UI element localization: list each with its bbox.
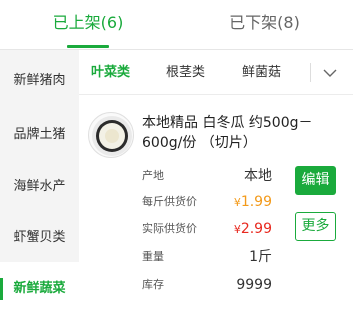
subcategory-tabs: 叶菜类 根茎类 鲜菌菇 — [79, 50, 353, 95]
tab-off-shelf[interactable]: 已下架(8) — [176, 0, 353, 50]
currency-symbol: ¥ — [233, 196, 241, 209]
weight-label: 重量 — [142, 250, 164, 263]
subtab-label: 鲜菌菇 — [242, 65, 282, 80]
origin-value: 本地 — [244, 168, 272, 184]
sidebar-item-fresh-vegetables[interactable]: 新鲜蔬菜 — [0, 262, 79, 312]
sidebar-item-seafood[interactable]: 海鲜水产 — [0, 160, 79, 214]
weight-value: 1斤 — [249, 249, 272, 265]
chevron-down-icon[interactable] — [315, 63, 345, 83]
active-tab-indicator — [67, 45, 109, 48]
category-sidebar: 新鲜猪肉 品牌土猪 海鲜水产 虾蟹贝类 新鲜蔬菜 — [0, 50, 79, 312]
edit-button[interactable]: 编辑 — [295, 166, 336, 195]
stock-row: 库存 9999 — [142, 275, 272, 295]
per-jin-price-row: 每斤供货价 ¥1.99 — [142, 192, 272, 212]
sidebar-item-label: 品牌土猪 — [13, 127, 66, 142]
product-title: 本地精品 白冬瓜 约500g－600g/份 （切片） — [142, 115, 313, 151]
tab-off-shelf-label: 已下架(8) — [229, 13, 300, 32]
currency-symbol: ¥ — [233, 223, 241, 236]
sidebar-item-label: 虾蟹贝类 — [13, 230, 66, 245]
more-button[interactable]: 更多 — [295, 212, 336, 241]
subtab-label: 叶菜类 — [91, 65, 131, 80]
sidebar-item-brand-pork[interactable]: 品牌土猪 — [0, 108, 79, 162]
sidebar-item-shellfish[interactable]: 虾蟹贝类 — [0, 211, 79, 265]
stock-value: 9999 — [236, 277, 272, 293]
status-tabs: 已上架(6) 已下架(8) — [0, 0, 353, 50]
subtab-mushrooms[interactable]: 鲜菌菇 — [242, 50, 281, 95]
tab-on-shelf-label: 已上架(6) — [52, 13, 124, 32]
actual-price-value: ¥2.99 — [234, 219, 272, 240]
product-card: 本地精品 白冬瓜 约500g－600g/份 （切片） 产地 本地 每斤供货价 ¥… — [79, 95, 353, 312]
subtab-leafy-vegetables[interactable]: 叶菜类 — [91, 50, 130, 95]
subtab-label: 根茎类 — [166, 65, 206, 80]
actual-price-row: 实际供货价 ¥2.99 — [142, 219, 272, 239]
stock-label: 库存 — [142, 278, 164, 291]
origin-label: 产地 — [142, 169, 164, 182]
actual-price-label: 实际供货价 — [142, 222, 197, 235]
tab-on-shelf[interactable]: 已上架(6) — [0, 0, 176, 50]
divider — [310, 63, 311, 82]
weight-row: 重量 1斤 — [142, 247, 272, 267]
product-thumbnail — [88, 112, 134, 158]
per-jin-price-label: 每斤供货价 — [142, 195, 197, 208]
sidebar-item-label: 新鲜蔬菜 — [13, 281, 66, 296]
sidebar-item-label: 新鲜猪肉 — [13, 73, 66, 88]
per-jin-price-value: ¥1.99 — [234, 192, 272, 213]
origin-row: 产地 本地 — [142, 166, 272, 186]
actual-price-number: 2.99 — [240, 221, 272, 237]
sidebar-item-label: 海鲜水产 — [13, 179, 66, 194]
subtab-root-vegetables[interactable]: 根茎类 — [166, 50, 205, 95]
per-jin-price-number: 1.99 — [240, 194, 272, 210]
sidebar-item-fresh-pork[interactable]: 新鲜猪肉 — [0, 54, 79, 108]
